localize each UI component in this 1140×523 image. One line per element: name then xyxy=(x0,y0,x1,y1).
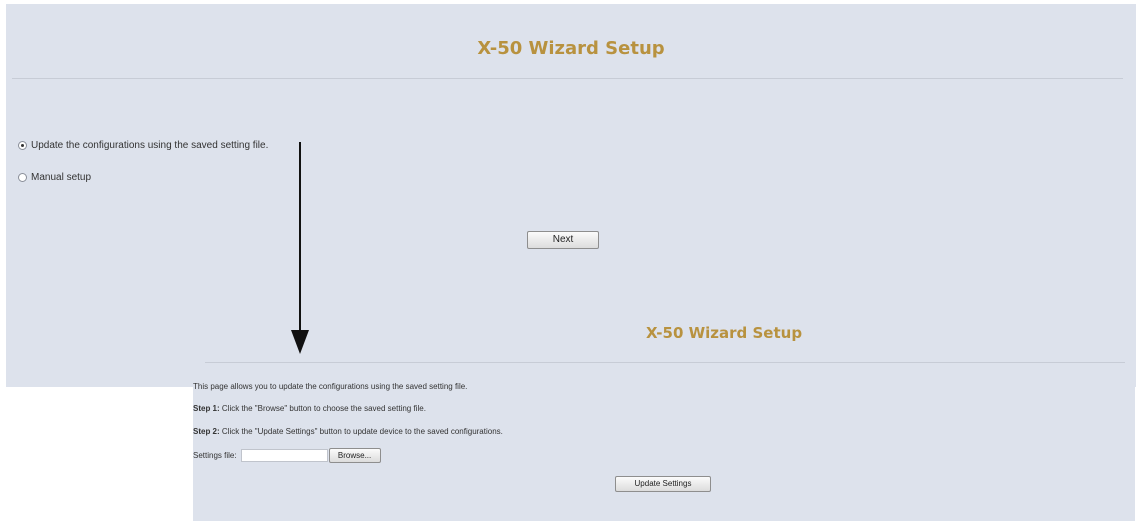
flow-arrow-head-icon xyxy=(291,330,309,354)
title-divider-secondary xyxy=(205,362,1125,363)
settings-file-row: Settings file: Browse... xyxy=(193,448,381,463)
step-2-label: Step 2: xyxy=(193,427,220,436)
intro-text: This page allows you to update the confi… xyxy=(193,382,468,391)
flow-arrow-line xyxy=(299,142,301,332)
screenshot-canvas: X-50 Wizard Setup Update the configurati… xyxy=(0,0,1140,523)
update-settings-button[interactable]: Update Settings xyxy=(615,476,711,492)
step-2-instruction: Click the "Update Settings" button to up… xyxy=(221,427,503,436)
settings-file-label: Settings file: xyxy=(193,451,237,460)
option-manual-setup-label: Manual setup xyxy=(31,172,92,183)
radio-checked-icon[interactable] xyxy=(18,141,27,150)
step-1-text: Step 1: Click the "Browse" button to cho… xyxy=(193,404,426,413)
option-manual-setup[interactable]: Manual setup xyxy=(18,172,91,183)
page-title-secondary: X-50 Wizard Setup xyxy=(645,324,803,342)
step-1-instruction: Click the "Browse" button to choose the … xyxy=(221,404,426,413)
step-1-label: Step 1: xyxy=(193,404,220,413)
update-settings-panel: X-50 Wizard Setup This page allows you t… xyxy=(193,300,1135,521)
next-button[interactable]: Next xyxy=(527,231,599,249)
radio-unchecked-icon[interactable] xyxy=(18,173,27,182)
browse-button[interactable]: Browse... xyxy=(328,448,381,463)
option-update-from-file-label: Update the configurations using the save… xyxy=(31,140,269,151)
title-divider xyxy=(12,78,1123,79)
settings-file-input[interactable] xyxy=(240,449,328,462)
option-update-from-file[interactable]: Update the configurations using the save… xyxy=(18,140,268,151)
step-2-text: Step 2: Click the "Update Settings" butt… xyxy=(193,427,503,436)
page-title: X-50 Wizard Setup xyxy=(477,38,665,59)
